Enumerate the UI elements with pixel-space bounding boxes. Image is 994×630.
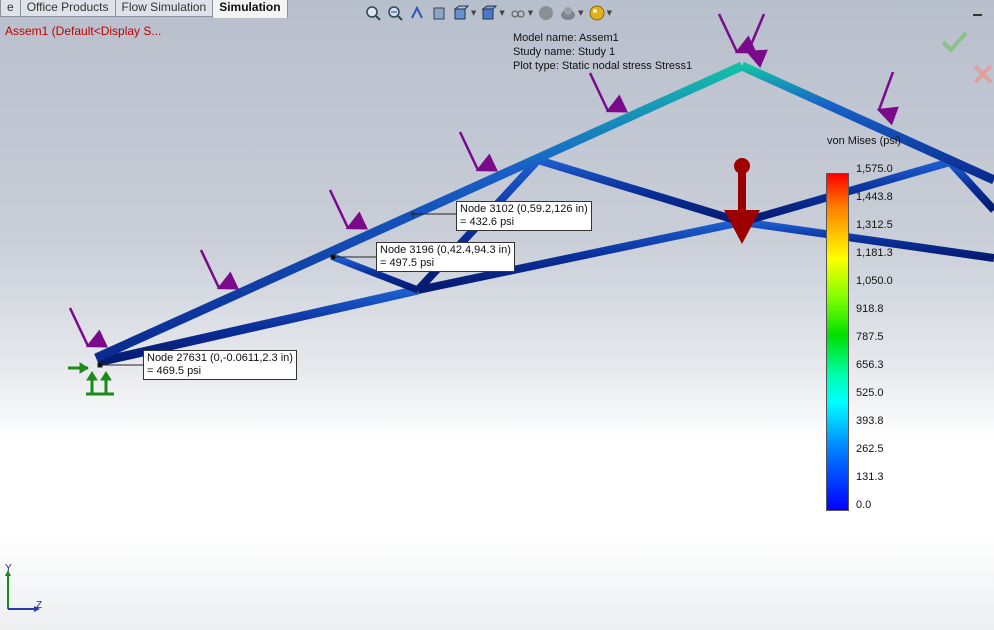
tab-partial[interactable]: e — [0, 0, 21, 17]
accept-icon[interactable] — [940, 30, 968, 57]
probe-value-text: = 469.5 psi — [147, 365, 202, 377]
legend-tick: 1,050.0 — [856, 275, 893, 287]
probe-label-node-3102[interactable]: Node 3102 (0,59.2,126 in) = 432.6 psi — [456, 201, 592, 231]
load-arrow-icon[interactable] — [745, 13, 769, 69]
minimize-icon[interactable] — [972, 6, 984, 18]
legend-title: von Mises (psi) — [827, 135, 901, 147]
probe-label-node-3196[interactable]: Node 3196 (0,42.4,94.3 in) = 497.5 psi — [376, 242, 515, 272]
load-arrow-icon[interactable] — [328, 189, 369, 230]
color-legend-bar[interactable] — [826, 173, 849, 511]
load-arrow-icon[interactable] — [199, 249, 240, 290]
command-manager-tabs: e Office Products Flow Simulation Simula… — [0, 0, 288, 18]
probe-label-node-27631[interactable]: Node 27631 (0,-0.0611,2.3 in) = 469.5 ps… — [143, 350, 297, 380]
load-arrow-icon[interactable] — [458, 131, 499, 172]
top-chord[interactable] — [94, 61, 744, 363]
tab-office-products[interactable]: Office Products — [19, 0, 116, 17]
legend-tick: 1,443.8 — [856, 191, 893, 203]
legend-tick: 1,575.0 — [856, 163, 893, 175]
window-controls — [972, 6, 984, 21]
legend-tick: 262.5 — [856, 443, 884, 455]
probe-node-text: Node 3102 (0,59.2,126 in) — [460, 203, 588, 215]
triad-y-label: Y — [5, 563, 12, 574]
legend-tick: 918.8 — [856, 303, 884, 315]
load-arrow-icon[interactable] — [717, 13, 758, 54]
reference-triad: Y Z — [0, 560, 60, 623]
triad-z-label: Z — [36, 600, 43, 611]
tab-simulation[interactable]: Simulation — [212, 0, 288, 18]
legend-tick: 1,312.5 — [856, 219, 893, 231]
legend-tick: 0.0 — [856, 499, 872, 511]
gravity-icon[interactable] — [724, 158, 760, 244]
probe-value-text: = 497.5 psi — [380, 257, 435, 269]
load-arrow-icon[interactable] — [876, 71, 899, 126]
legend-tick: 393.8 — [856, 415, 884, 427]
probe-node-text: Node 3196 (0,42.4,94.3 in) — [380, 244, 511, 256]
load-arrow-icon[interactable] — [68, 307, 109, 348]
fixture-icon[interactable] — [68, 362, 114, 396]
legend-tick: 656.3 — [856, 359, 884, 371]
legend-tick: 787.5 — [856, 331, 884, 343]
legend-tick: 1,181.3 — [856, 247, 893, 259]
legend-tick: 525.0 — [856, 387, 884, 399]
legend-tick: 131.3 — [856, 471, 884, 483]
cancel-icon[interactable] — [972, 63, 994, 88]
tab-flow-simulation[interactable]: Flow Simulation — [114, 0, 214, 17]
probe-value-text: = 432.6 psi — [460, 216, 515, 228]
load-arrow-icon[interactable] — [588, 72, 629, 113]
probe-node-text: Node 27631 (0,-0.0611,2.3 in) — [147, 352, 293, 364]
